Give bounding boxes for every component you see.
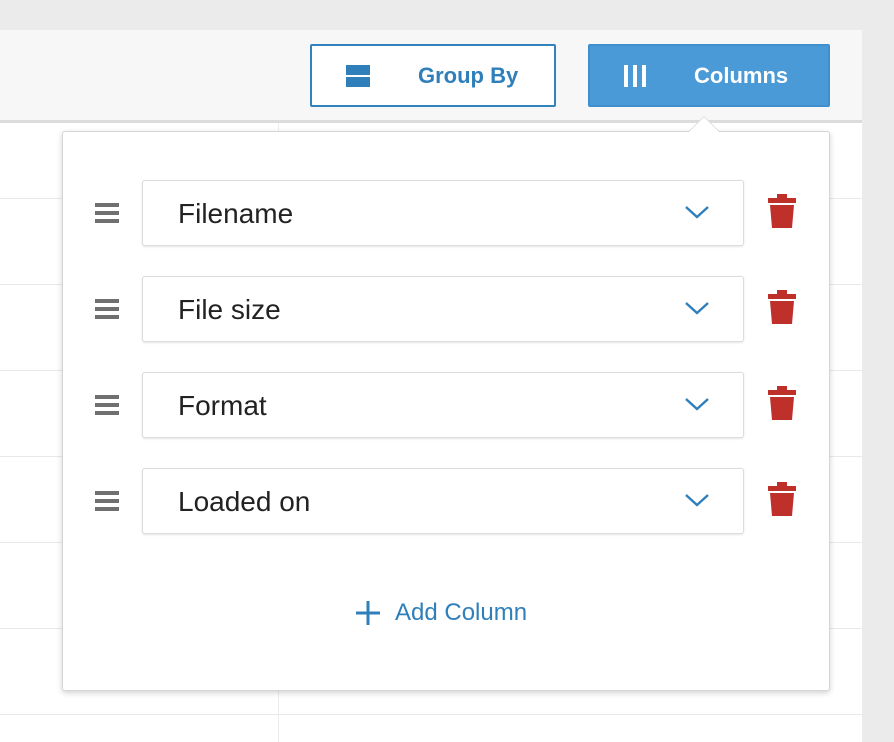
trash-icon[interactable] [767, 482, 797, 516]
column-select-value: Format [178, 390, 267, 421]
trash-icon[interactable] [767, 290, 797, 324]
column-select[interactable]: Format [142, 372, 744, 438]
add-column-button[interactable]: Add Column [355, 598, 527, 628]
column-select[interactable]: Filename [142, 180, 744, 246]
column-row: Format [63, 372, 829, 438]
drag-handle-icon[interactable] [95, 490, 119, 512]
columns-icon [624, 65, 646, 87]
columns-popover: Filename File size Format Loaded on Add … [62, 131, 830, 691]
popover-arrow [689, 117, 719, 132]
column-select-value: Filename [178, 198, 294, 229]
column-select-value: File size [178, 294, 281, 325]
group-by-button[interactable]: Group By [310, 44, 556, 107]
group-by-label: Group By [418, 63, 519, 88]
plus-icon [356, 601, 380, 625]
chevron-down-icon [685, 206, 709, 219]
table-row-divider [0, 714, 862, 715]
column-select[interactable]: Loaded on [142, 468, 744, 534]
drag-handle-icon[interactable] [95, 298, 119, 320]
column-row: Filename [63, 180, 829, 246]
trash-icon[interactable] [767, 386, 797, 420]
drag-handle-icon[interactable] [95, 394, 119, 416]
column-row: File size [63, 276, 829, 342]
chevron-down-icon [685, 398, 709, 411]
chevron-down-icon [685, 494, 709, 507]
drag-handle-icon[interactable] [95, 202, 119, 224]
table-header-rule [0, 120, 862, 123]
column-select[interactable]: File size [142, 276, 744, 342]
columns-label: Columns [694, 63, 789, 88]
column-select-value: Loaded on [178, 486, 311, 517]
table-toolbar: Group By Columns [0, 30, 862, 120]
chevron-down-icon [685, 302, 709, 315]
columns-button[interactable]: Columns [588, 44, 830, 107]
column-row: Loaded on [63, 468, 829, 534]
trash-icon[interactable] [767, 194, 797, 228]
add-column-label: Add Column [395, 599, 528, 626]
group-by-icon [346, 65, 370, 87]
